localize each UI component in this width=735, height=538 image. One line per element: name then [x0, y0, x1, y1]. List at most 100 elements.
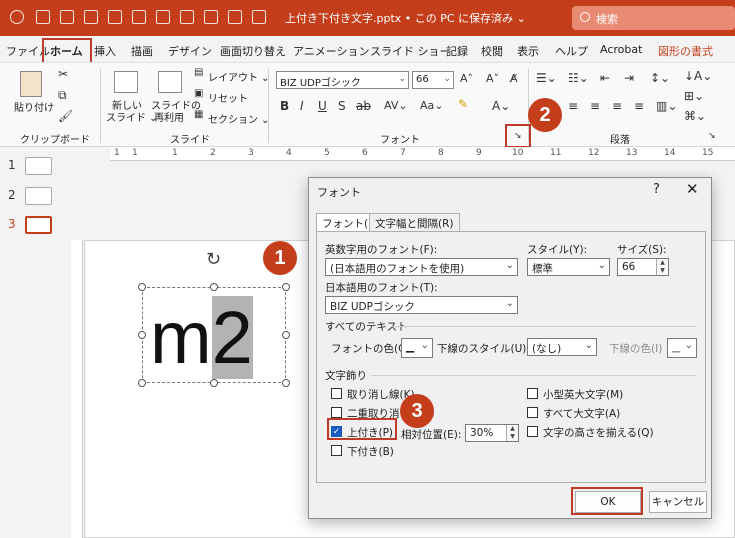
- slide-text[interactable]: m2: [150, 290, 253, 386]
- align-text-icon[interactable]: ⊞⌄: [684, 89, 704, 103]
- resize-handle[interactable]: [138, 283, 146, 291]
- align-left-icon[interactable]: [60, 10, 74, 24]
- copy-icon[interactable]: ⧉: [58, 88, 67, 103]
- ungroup-icon[interactable]: [228, 10, 242, 24]
- smartart-icon[interactable]: ⌘⌄: [684, 109, 706, 123]
- style-combo[interactable]: 標準 ⌄: [527, 258, 610, 276]
- shadow-icon[interactable]: S: [338, 99, 346, 113]
- decrease-indent-icon[interactable]: ⇤: [600, 71, 610, 85]
- distribute-icon[interactable]: [156, 10, 170, 24]
- font-size-combo[interactable]: 66 ⌄: [412, 71, 454, 89]
- change-case-icon[interactable]: Aa⌄: [420, 99, 443, 112]
- font-name-combo[interactable]: BIZ UDPゴシック ⌄: [276, 71, 409, 89]
- line-spacing-icon[interactable]: ↕⌄: [650, 71, 670, 85]
- document-title[interactable]: 上付き下付き文字.pptx • この PC に保存済み ⌄: [285, 10, 526, 26]
- new-slide-label-2[interactable]: スライド ⌄: [106, 109, 158, 124]
- help-button[interactable]: ?: [653, 182, 660, 197]
- tab-help[interactable]: ヘルプ: [555, 43, 588, 59]
- align-top-icon[interactable]: [84, 10, 98, 24]
- strikethrough-checkbox[interactable]: [331, 388, 342, 399]
- tab-draw[interactable]: 描画: [131, 43, 153, 59]
- highlight-color-icon[interactable]: ✎: [458, 97, 468, 111]
- tab-view[interactable]: 表示: [517, 43, 539, 59]
- all-caps-label[interactable]: すべて大文字(A): [543, 406, 620, 421]
- customize-qat-icon[interactable]: [252, 10, 266, 24]
- small-caps-checkbox[interactable]: [527, 388, 538, 399]
- reuse-slides-label-2[interactable]: 再利用: [154, 109, 184, 124]
- justify-icon[interactable]: ≡: [634, 99, 644, 113]
- offset-spinner[interactable]: 30% ▲ ▼: [465, 424, 519, 442]
- tab-shape-format[interactable]: 図形の書式: [658, 43, 713, 59]
- tab-insert[interactable]: 挿入: [94, 43, 116, 59]
- spin-arrows-icon[interactable]: ▲ ▼: [656, 259, 668, 275]
- shrink-font-icon[interactable]: A˅: [486, 72, 499, 85]
- equalize-height-checkbox[interactable]: [527, 426, 538, 437]
- underline-icon[interactable]: U: [318, 99, 327, 113]
- underline-style-combo[interactable]: (なし) ⌄: [527, 338, 597, 356]
- ruler-label: 4: [286, 148, 292, 158]
- resize-handle[interactable]: [282, 379, 290, 387]
- columns-icon[interactable]: ▥⌄: [656, 99, 677, 113]
- tab-slideshow[interactable]: スライド ショー: [370, 43, 451, 59]
- text-direction-icon[interactable]: ↓A⌄: [684, 69, 712, 83]
- rotate-handle-icon[interactable]: ↻: [206, 249, 221, 270]
- jp-font-combo[interactable]: BIZ UDPゴシック ⌄: [325, 296, 518, 314]
- align-center-icon[interactable]: [108, 10, 122, 24]
- autosave-icon[interactable]: [36, 10, 50, 24]
- slide-thumbnail-1[interactable]: [25, 157, 52, 175]
- equalize-height-label[interactable]: 文字の高さを揃える(Q): [543, 425, 654, 440]
- tab-review[interactable]: 校閲: [481, 43, 503, 59]
- bullets-icon[interactable]: ☰⌄: [536, 71, 557, 85]
- cut-icon[interactable]: ✂: [58, 67, 68, 81]
- slide-thumbnail-3[interactable]: [25, 216, 52, 234]
- group-icon[interactable]: [204, 10, 218, 24]
- resize-handle[interactable]: [138, 379, 146, 387]
- tab-acrobat[interactable]: Acrobat: [600, 43, 642, 56]
- align-center-text-icon[interactable]: ≡: [590, 99, 600, 113]
- format-painter-icon[interactable]: 🖌: [58, 109, 73, 123]
- tab-transitions[interactable]: 画面切り替え: [220, 43, 286, 59]
- grow-font-icon[interactable]: A˄: [460, 72, 473, 85]
- align-left-text-icon[interactable]: ≡: [568, 99, 578, 113]
- size-spinner[interactable]: 66 ▲ ▼: [617, 258, 669, 276]
- paste-label[interactable]: 貼り付け: [14, 99, 54, 114]
- layout-button[interactable]: レイアウト ⌄: [208, 69, 270, 84]
- paragraph-dialog-launcher-icon[interactable]: ↘: [708, 131, 716, 141]
- resize-handle[interactable]: [282, 331, 290, 339]
- cancel-button[interactable]: キャンセル: [649, 491, 707, 513]
- paste-icon[interactable]: [20, 71, 42, 97]
- reuse-slides-icon[interactable]: [158, 71, 182, 93]
- new-slide-icon[interactable]: [114, 71, 138, 93]
- section-button[interactable]: セクション ⌄: [208, 111, 270, 126]
- tab-design[interactable]: デザイン: [168, 43, 212, 59]
- font-color-picker[interactable]: ▁ ⌄: [401, 338, 433, 358]
- character-spacing-icon[interactable]: AV⌄: [384, 99, 408, 112]
- align-right-icon[interactable]: [180, 10, 194, 24]
- align-right-text-icon[interactable]: ≡: [612, 99, 622, 113]
- underline-color-picker[interactable]: ▁ ⌄: [667, 338, 697, 358]
- small-caps-label[interactable]: 小型英大文字(M): [543, 387, 623, 402]
- clear-format-icon[interactable]: A̸: [510, 72, 518, 85]
- bold-icon[interactable]: B: [280, 99, 289, 113]
- double-strike-checkbox[interactable]: [331, 407, 342, 418]
- tab-record[interactable]: 記録: [446, 43, 468, 59]
- tab-character-spacing[interactable]: 文字幅と間隔(R): [369, 213, 460, 232]
- resize-handle[interactable]: [138, 331, 146, 339]
- close-button[interactable]: ✕: [686, 180, 699, 198]
- resize-handle[interactable]: [282, 283, 290, 291]
- search-box[interactable]: 検索: [572, 6, 735, 30]
- slide-thumbnail-2[interactable]: [25, 187, 52, 205]
- spin-arrows-icon[interactable]: ▲ ▼: [506, 425, 518, 441]
- increase-indent-icon[interactable]: ⇥: [624, 71, 634, 85]
- align-bottom-icon[interactable]: [132, 10, 146, 24]
- tab-animations[interactable]: アニメーション: [293, 43, 370, 59]
- italic-icon[interactable]: I: [300, 99, 304, 113]
- reset-button[interactable]: リセット: [208, 90, 248, 105]
- font-color-icon[interactable]: A⌄: [492, 99, 510, 113]
- numbering-icon[interactable]: ☷⌄: [568, 71, 589, 85]
- strikethrough-icon[interactable]: ab: [356, 99, 371, 113]
- latin-font-combo[interactable]: (日本語用のフォントを使用) ⌄: [325, 258, 518, 276]
- subscript-checkbox[interactable]: [331, 445, 342, 456]
- all-caps-checkbox[interactable]: [527, 407, 538, 418]
- subscript-label[interactable]: 下付き(B): [347, 444, 394, 459]
